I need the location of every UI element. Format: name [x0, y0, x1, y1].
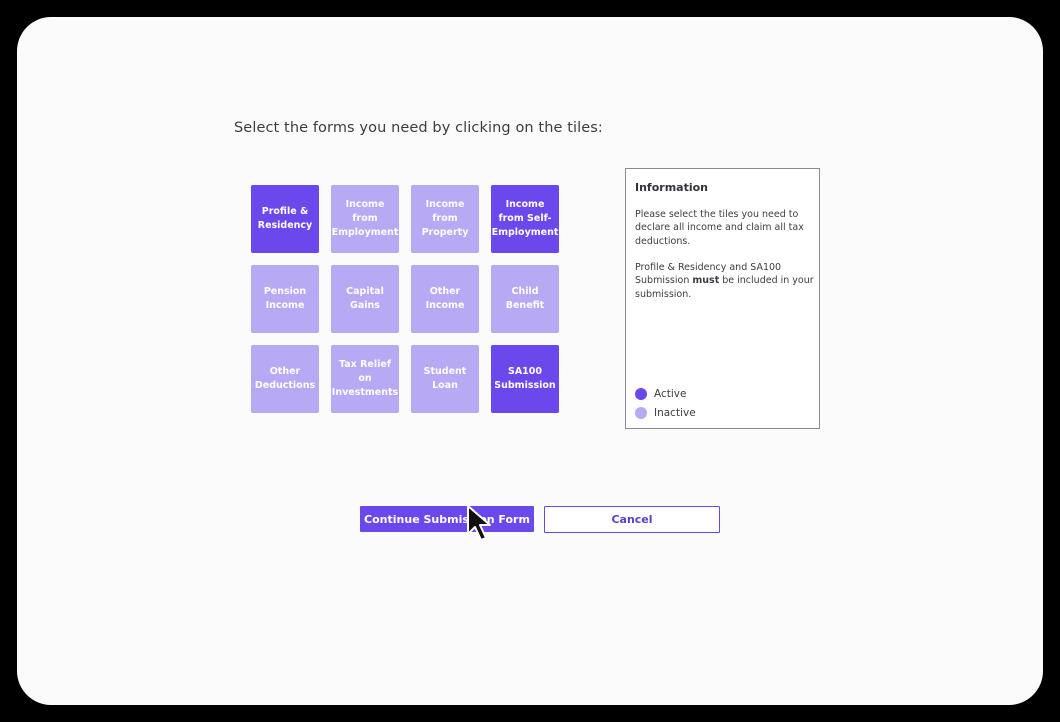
- screen: Select the forms you need by clicking on…: [17, 17, 1043, 705]
- tile-other-income[interactable]: Other Income: [411, 265, 479, 333]
- tile-label: Pension Income: [263, 286, 307, 311]
- tile-capital-gains[interactable]: Capital Gains: [331, 265, 399, 333]
- legend-active-label: Active: [654, 388, 687, 400]
- legend-active: Active: [635, 388, 686, 400]
- information-title: Information: [635, 181, 708, 194]
- tile-label: Income from Self-Employment: [491, 199, 559, 238]
- information-panel: Information Please select the tiles you …: [625, 168, 820, 429]
- tile-label: Student Loan: [423, 366, 467, 391]
- legend-inactive-label: Inactive: [654, 407, 696, 419]
- cancel-button[interactable]: Cancel: [544, 506, 720, 533]
- information-text: Please select the tiles you need to decl…: [635, 209, 804, 247]
- tile-label: Income from Property: [421, 199, 469, 238]
- tile-label: Other Deductions: [254, 366, 316, 391]
- instruction-text: Select the forms you need by clicking on…: [234, 120, 603, 136]
- requirement-emphasis: must: [692, 275, 720, 287]
- tile-child-benefit[interactable]: Child Benefit: [491, 265, 559, 333]
- tile-sa100-submission[interactable]: SA100 Submission: [491, 345, 559, 413]
- tile-label: Tax Relief on Investments: [331, 359, 399, 398]
- legend-inactive: Inactive: [635, 407, 696, 419]
- tile-other-deductions[interactable]: Other Deductions: [251, 345, 319, 413]
- tile-income-employment[interactable]: Income from Employment: [331, 185, 399, 253]
- continue-submission-button[interactable]: Continue Submission Form: [360, 506, 534, 532]
- mouse-pointer-icon: [467, 505, 491, 541]
- tile-profile-residency[interactable]: Profile & Residency: [251, 185, 319, 253]
- tile-label: Capital Gains: [346, 286, 384, 311]
- tile-label: Profile & Residency: [257, 206, 313, 231]
- tile-income-self-employment[interactable]: Income from Self-Employment: [491, 185, 559, 253]
- tile-label: Other Income: [425, 286, 465, 311]
- active-dot-icon: [635, 388, 647, 400]
- tile-label: Income from Employment: [331, 199, 399, 238]
- tile-income-property[interactable]: Income from Property: [411, 185, 479, 253]
- inactive-dot-icon: [635, 407, 647, 419]
- tile-student-loan[interactable]: Student Loan: [411, 345, 479, 413]
- tile-label: Child Benefit: [505, 286, 545, 311]
- tile-pension-income[interactable]: Pension Income: [251, 265, 319, 333]
- information-requirement: Profile & Residency and SA100 Submission…: [635, 261, 815, 301]
- tile-label: SA100 Submission: [494, 366, 556, 391]
- tile-tax-relief-investments[interactable]: Tax Relief on Investments: [331, 345, 399, 413]
